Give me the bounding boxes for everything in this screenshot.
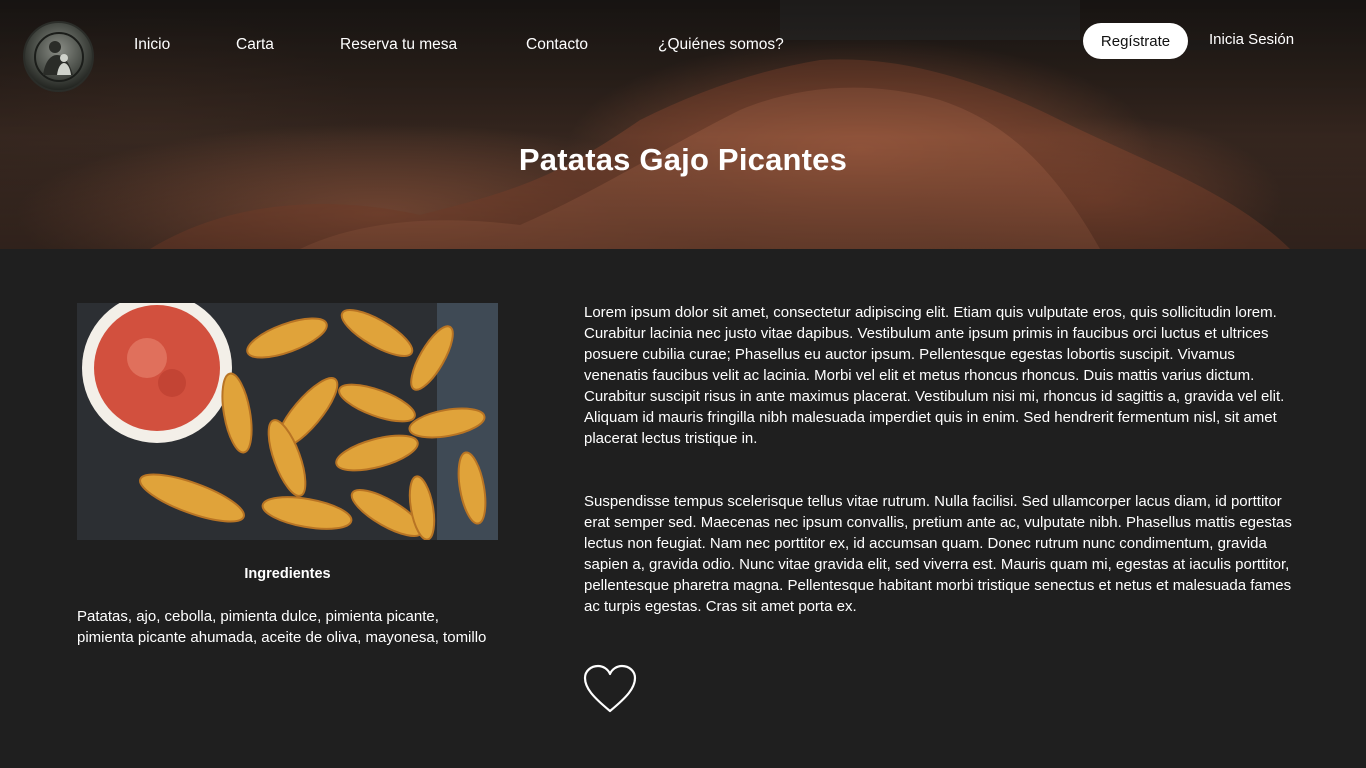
register-button[interactable]: Regístrate	[1083, 23, 1188, 59]
nav-item-carta[interactable]: Carta	[236, 35, 274, 55]
description-paragraph-1: Lorem ipsum dolor sit amet, consectetur …	[584, 304, 1285, 447]
logo-figures-icon	[33, 31, 84, 82]
nav-item-inicio[interactable]: Inicio	[134, 35, 170, 55]
page-title: Patatas Gajo Picantes	[518, 142, 848, 177]
description-paragraph-2: Suspendisse tempus scelerisque tellus vi…	[584, 493, 1292, 615]
dish-photo	[77, 303, 498, 540]
ingredients-text: Patatas, ajo, cebolla, pimienta dulce, p…	[77, 608, 487, 646]
ingredients-title: Ingredientes	[244, 566, 331, 582]
restaurant-logo[interactable]	[23, 21, 94, 92]
login-link[interactable]: Inicia Sesión	[1209, 30, 1294, 50]
nav-item-reserva[interactable]: Reserva tu mesa	[340, 35, 457, 55]
nav-item-quienes-somos[interactable]: ¿Quiénes somos?	[658, 35, 784, 55]
potato-wedges-image	[77, 303, 498, 540]
nav-item-contacto[interactable]: Contacto	[526, 35, 588, 55]
heart-icon[interactable]	[583, 664, 637, 714]
